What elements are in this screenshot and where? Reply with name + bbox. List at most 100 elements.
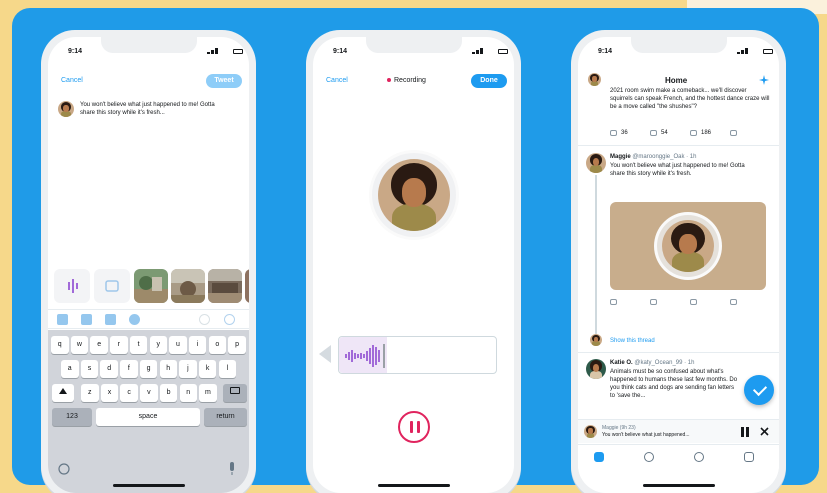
space-key[interactable]: space [96, 408, 200, 426]
keyboard-row: qwertyuiop [50, 336, 247, 356]
compose-textarea[interactable]: You won't believe what just happened to … [80, 101, 230, 117]
photo-thumbnail[interactable] [134, 269, 168, 303]
battery-icon [498, 49, 508, 54]
key-b[interactable]: b [159, 384, 178, 402]
compose-screen: 9:14 Cancel Tweet You won't believe what… [48, 37, 249, 493]
key-o[interactable]: o [208, 336, 227, 354]
delete-key[interactable] [223, 384, 247, 402]
pause-icon[interactable] [741, 427, 749, 437]
phone-notch [100, 37, 197, 53]
home-indicator [642, 484, 715, 487]
key-i[interactable]: i [188, 336, 207, 354]
photo-thumbnail[interactable] [171, 269, 205, 303]
add-tweet-icon[interactable] [224, 314, 235, 325]
status-time: 9:14 [598, 48, 613, 55]
show-thread-link[interactable]: Show this thread [610, 338, 655, 344]
messages-tab-icon[interactable] [744, 452, 754, 462]
location-icon[interactable] [129, 314, 140, 325]
notifications-tab-icon[interactable] [694, 452, 704, 462]
photo-thumbnail[interactable] [245, 269, 249, 303]
key-d[interactable]: d [100, 360, 118, 378]
phone-recording: 9:14 Cancel Recording Done [306, 30, 521, 493]
home-tab-icon[interactable] [594, 452, 604, 462]
audio-dock[interactable]: Maggie (9h 23) You won't believe what ju… [578, 419, 779, 443]
retweet-icon[interactable] [650, 299, 657, 305]
signal-icon [207, 48, 231, 54]
progress-circle-icon [199, 314, 210, 325]
done-button[interactable]: Done [471, 74, 507, 88]
battery-icon [763, 49, 773, 54]
author-handle: @katy_Ocean_99 · 1h [634, 360, 695, 366]
key-r[interactable]: r [110, 336, 128, 354]
return-key[interactable]: return [204, 408, 247, 426]
key-w[interactable]: w [70, 336, 89, 354]
author-name: Katie O. [610, 360, 633, 366]
key-a[interactable]: a [61, 360, 79, 378]
profile-avatar[interactable] [588, 73, 601, 86]
key-p[interactable]: p [228, 336, 246, 354]
key-k[interactable]: k [198, 360, 217, 378]
camera-button[interactable] [94, 269, 130, 303]
author-handle: @maroonggie_Oak · 1h [632, 154, 697, 160]
pause-button[interactable] [398, 411, 430, 443]
compose-fab[interactable] [744, 375, 774, 405]
poll-icon[interactable] [105, 314, 116, 325]
key-j[interactable]: j [179, 360, 197, 378]
retweet-count: 54 [661, 130, 668, 136]
photo-thumbnail[interactable] [208, 269, 242, 303]
image-icon[interactable] [57, 314, 68, 325]
dock-subtitle: You won't believe what just happened... [602, 432, 690, 438]
key-f[interactable]: f [120, 360, 138, 378]
key-n[interactable]: n [179, 384, 197, 402]
key-c[interactable]: c [120, 384, 138, 402]
phone-timeline: 9:14 Home 2021 room swim make a comeback… [571, 30, 786, 493]
key-m[interactable]: m [199, 384, 217, 402]
waveform-track [338, 336, 497, 374]
sparkle-icon[interactable] [759, 75, 769, 85]
key-l[interactable]: l [218, 360, 237, 378]
recording-label: Recording [394, 77, 426, 84]
key-q[interactable]: q [51, 336, 69, 354]
play-icon[interactable] [319, 345, 331, 363]
key-x[interactable]: x [100, 384, 119, 402]
reply-icon[interactable] [610, 130, 617, 136]
cancel-button[interactable]: Cancel [326, 77, 348, 84]
previous-tweet-text: 2021 room swim make a comeback... we'll … [610, 88, 770, 110]
reply-icon[interactable] [610, 299, 617, 305]
cancel-button[interactable]: Cancel [61, 77, 83, 84]
gif-icon[interactable] [81, 314, 92, 325]
shift-key[interactable] [52, 384, 74, 402]
like-icon[interactable] [690, 130, 697, 136]
signal-icon [472, 48, 496, 54]
microphone-icon[interactable] [227, 462, 237, 476]
key-h[interactable]: h [159, 360, 177, 378]
key-s[interactable]: s [80, 360, 99, 378]
like-icon[interactable] [690, 299, 697, 305]
author-name: Maggie [610, 154, 631, 160]
numbers-key[interactable]: 123 [52, 408, 92, 426]
key-y[interactable]: y [149, 336, 167, 354]
avatar[interactable] [586, 359, 606, 379]
key-e[interactable]: e [90, 336, 108, 354]
close-icon[interactable] [760, 427, 769, 436]
key-v[interactable]: v [140, 384, 158, 402]
recording-dot-icon [387, 78, 391, 83]
share-icon[interactable] [730, 130, 737, 136]
voice-tweet-button[interactable] [54, 269, 90, 303]
emoji-icon[interactable] [58, 463, 70, 475]
voice-tweet-card[interactable] [610, 202, 766, 290]
key-t[interactable]: t [129, 336, 148, 354]
keyboard: qwertyuiop asdfghjkl zxcvbnm 123 space r… [48, 330, 249, 493]
dock-title: Maggie (9h 23) [602, 425, 636, 431]
key-g[interactable]: g [139, 360, 158, 378]
share-icon[interactable] [730, 299, 737, 305]
avatar [584, 425, 597, 438]
retweet-icon[interactable] [650, 130, 657, 136]
home-indicator [112, 484, 185, 487]
tweet-button[interactable]: Tweet [206, 74, 242, 88]
avatar[interactable] [586, 153, 606, 173]
key-u[interactable]: u [169, 336, 187, 354]
tweet-author: Katie O. @katy_Ocean_99 · 1h [610, 360, 695, 366]
key-z[interactable]: z [81, 384, 99, 402]
search-tab-icon[interactable] [644, 452, 654, 462]
